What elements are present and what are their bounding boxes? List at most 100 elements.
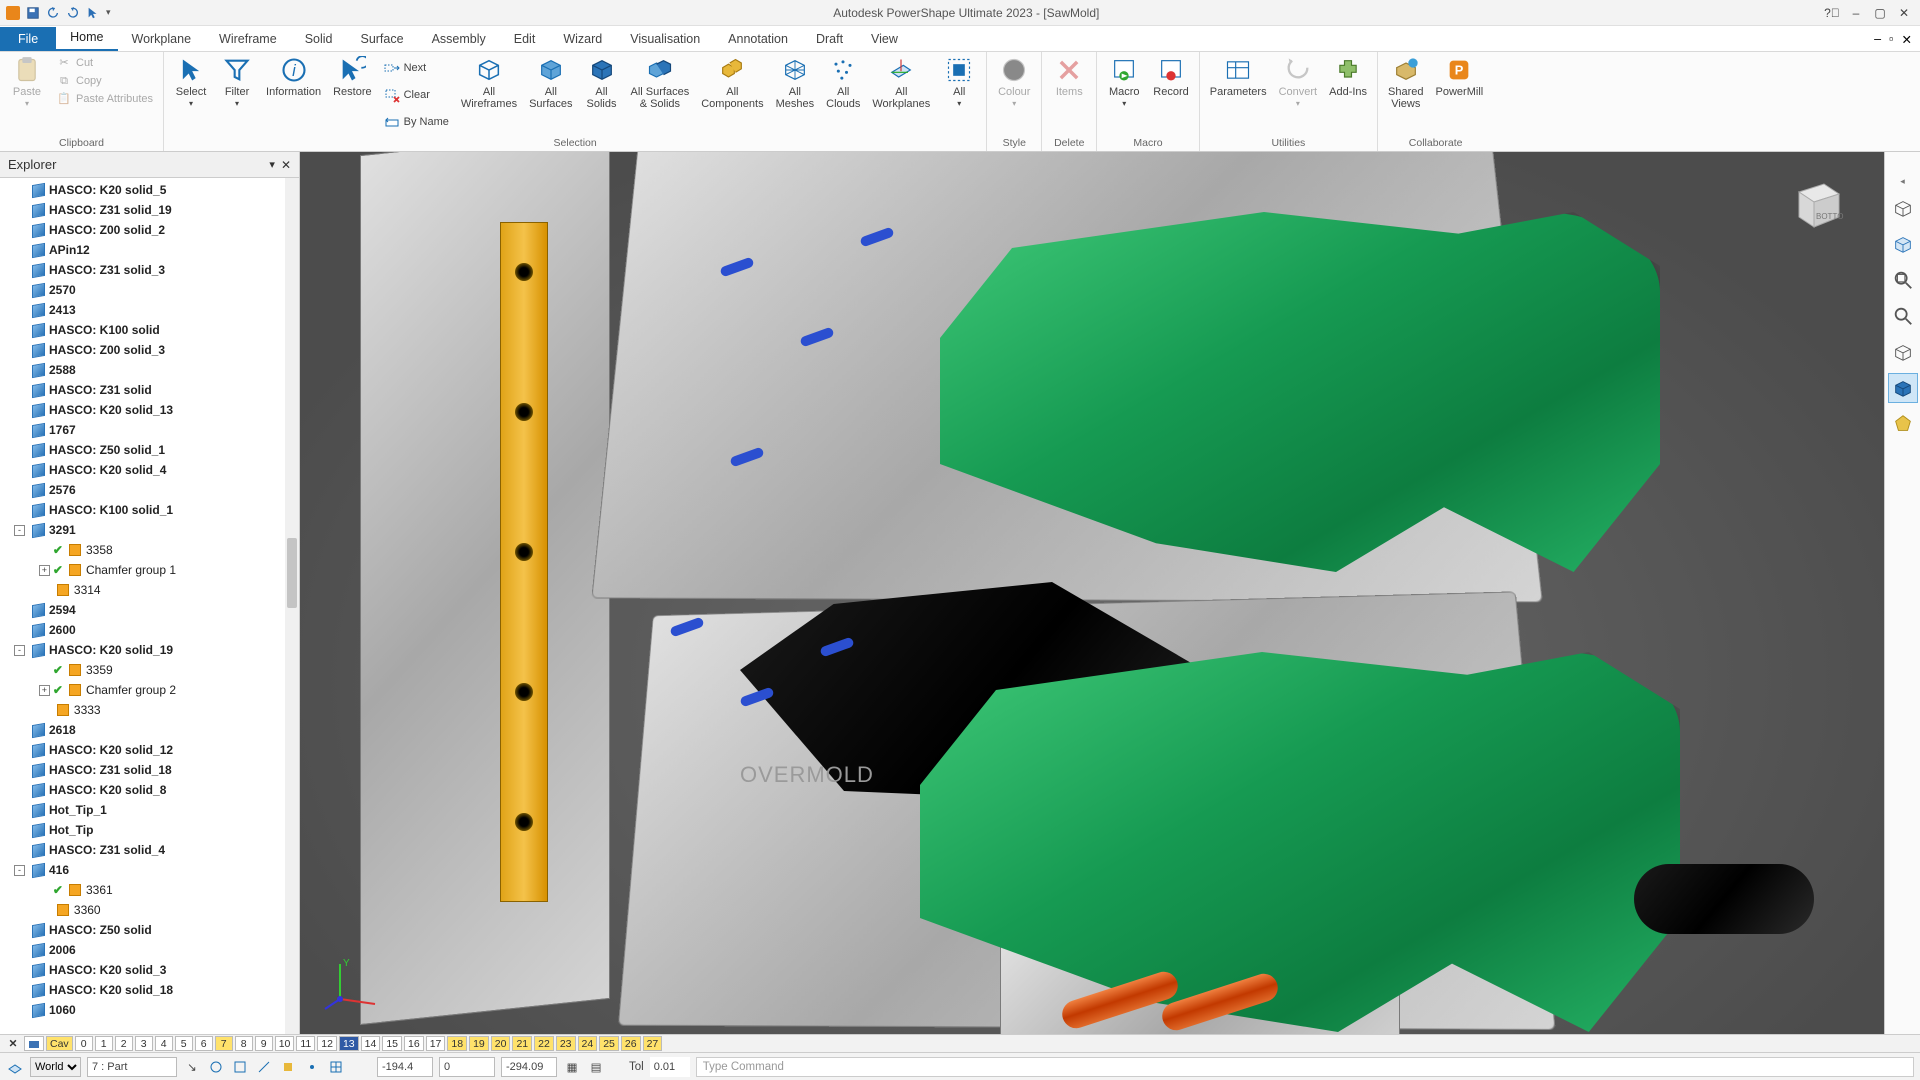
tol-value[interactable]: 0.01 xyxy=(650,1057,690,1077)
record-button[interactable]: Record xyxy=(1149,54,1192,136)
tree-item[interactable]: ✔3359 xyxy=(0,660,299,680)
view-iso1-button[interactable] xyxy=(1888,193,1918,223)
zoom-button[interactable] xyxy=(1888,301,1918,331)
all-surfaces-solids-button[interactable]: All Surfaces & Solids xyxy=(627,54,694,136)
view-cube[interactable]: BOTTOM xyxy=(1784,172,1844,232)
parameters-button[interactable]: Parameters xyxy=(1206,54,1271,136)
restore-button[interactable]: Restore xyxy=(329,54,376,136)
all-components-button[interactable]: All Components xyxy=(697,54,767,136)
tree-item[interactable]: 2618 xyxy=(0,720,299,740)
status-workplane-icon[interactable] xyxy=(6,1058,24,1076)
layer-14[interactable]: 14 xyxy=(361,1036,381,1051)
tree-item[interactable]: 2600 xyxy=(0,620,299,640)
status-arrow-icon[interactable]: ↘ xyxy=(183,1058,201,1076)
tree-item[interactable]: 3360 xyxy=(0,900,299,920)
all-solids-button[interactable]: All Solids xyxy=(581,54,623,136)
tree-item[interactable]: 1767 xyxy=(0,420,299,440)
all-wireframes-button[interactable]: All Wireframes xyxy=(457,54,521,136)
workplane-select[interactable]: World xyxy=(30,1057,81,1077)
explorer-scrollbar[interactable] xyxy=(285,178,299,1034)
layer-2[interactable]: 2 xyxy=(115,1036,133,1051)
tree-item[interactable]: Hot_Tip xyxy=(0,820,299,840)
minimize-child-icon[interactable]: – xyxy=(1846,4,1866,22)
status-snap1-icon[interactable] xyxy=(207,1058,225,1076)
tree-item[interactable]: 2588 xyxy=(0,360,299,380)
status-snap5-icon[interactable] xyxy=(303,1058,321,1076)
tab-edit[interactable]: Edit xyxy=(500,27,550,51)
qat-cursor-icon[interactable] xyxy=(86,6,100,20)
tree-item[interactable]: HASCO: K20 solid_4 xyxy=(0,460,299,480)
tree-item[interactable]: HASCO: K100 solid xyxy=(0,320,299,340)
colour-button[interactable]: Colour▾ xyxy=(993,54,1035,136)
coord-y[interactable]: 0 xyxy=(439,1057,495,1077)
powermill-button[interactable]: PPowerMill xyxy=(1432,54,1488,136)
layer-6[interactable]: 6 xyxy=(195,1036,213,1051)
coord-z[interactable]: -294.09 xyxy=(501,1057,557,1077)
tree-item[interactable]: +✔Chamfer group 1 xyxy=(0,560,299,580)
macro-button[interactable]: Macro▾ xyxy=(1103,54,1145,136)
ribbon-minimize-icon[interactable]: – xyxy=(1874,32,1881,47)
tree-item[interactable]: 1060 xyxy=(0,1000,299,1020)
tree-item[interactable]: -416 xyxy=(0,860,299,880)
qat-dropdown-icon[interactable]: ▾ xyxy=(106,7,111,18)
view-render-button[interactable] xyxy=(1888,409,1918,439)
qat-save-icon[interactable] xyxy=(26,6,40,20)
tab-home[interactable]: Home xyxy=(56,25,117,51)
status-grid-icon[interactable] xyxy=(327,1058,345,1076)
tree-item[interactable]: Hot_Tip_1 xyxy=(0,800,299,820)
layerbar-close-icon[interactable]: ✕ xyxy=(4,1036,22,1051)
level-field[interactable]: 7 : Part xyxy=(87,1057,177,1077)
qat-undo-icon[interactable] xyxy=(46,6,60,20)
tree-item[interactable]: HASCO: K100 solid_1 xyxy=(0,500,299,520)
tab-annotation[interactable]: Annotation xyxy=(714,27,802,51)
convert-button[interactable]: Convert▾ xyxy=(1275,54,1322,136)
tree-item[interactable]: HASCO: Z00 solid_2 xyxy=(0,220,299,240)
tree-item[interactable]: 2006 xyxy=(0,940,299,960)
tree-item[interactable]: 3333 xyxy=(0,700,299,720)
tree-item[interactable]: +✔Chamfer group 2 xyxy=(0,680,299,700)
information-button[interactable]: iInformation xyxy=(262,54,325,136)
layer-21[interactable]: 21 xyxy=(512,1036,532,1051)
all-surfaces-button[interactable]: All Surfaces xyxy=(525,54,576,136)
byname-button[interactable]: By Name xyxy=(380,113,453,131)
layer-26[interactable]: 26 xyxy=(621,1036,641,1051)
layer-15[interactable]: 15 xyxy=(382,1036,402,1051)
tree-item[interactable]: 2594 xyxy=(0,600,299,620)
paste-attrs-button[interactable]: 📋Paste Attributes xyxy=(52,90,157,108)
tab-solid[interactable]: Solid xyxy=(291,27,347,51)
layer-5[interactable]: 5 xyxy=(175,1036,193,1051)
layer-10[interactable]: 10 xyxy=(275,1036,295,1051)
tree-item[interactable]: -HASCO: K20 solid_19 xyxy=(0,640,299,660)
tree-item[interactable]: HASCO: Z31 solid_18 xyxy=(0,760,299,780)
tab-wireframe[interactable]: Wireframe xyxy=(205,27,291,51)
viewport-3d[interactable]: OVERMOLD BOTTOM Y xyxy=(300,152,1884,1034)
help-icon[interactable]: ?⃝ xyxy=(1822,4,1842,22)
cut-button[interactable]: ✂Cut xyxy=(52,54,157,72)
tree-item[interactable]: HASCO: Z31 solid_3 xyxy=(0,260,299,280)
tab-file[interactable]: File xyxy=(0,27,56,51)
tree-item[interactable]: HASCO: Z31 solid_19 xyxy=(0,200,299,220)
filter-button[interactable]: Filter▾ xyxy=(216,54,258,136)
tree-item[interactable]: HASCO: Z31 solid_4 xyxy=(0,840,299,860)
layer-9[interactable]: 9 xyxy=(255,1036,273,1051)
layer-12[interactable]: 12 xyxy=(317,1036,337,1051)
ribbon-close-icon[interactable]: ✕ xyxy=(1902,32,1912,47)
tab-view[interactable]: View xyxy=(857,27,912,51)
layer-8[interactable]: 8 xyxy=(235,1036,253,1051)
tree-item[interactable]: APin12 xyxy=(0,240,299,260)
tree-item[interactable]: HASCO: Z50 solid xyxy=(0,920,299,940)
layer-25[interactable]: 25 xyxy=(599,1036,619,1051)
clear-button[interactable]: Clear xyxy=(380,86,453,104)
explorer-tree[interactable]: HASCO: K20 solid_5HASCO: Z31 solid_19HAS… xyxy=(0,178,299,1034)
layer-cav[interactable]: Cav xyxy=(46,1036,73,1051)
status-snap2-icon[interactable] xyxy=(231,1058,249,1076)
ribbon-restore-icon[interactable]: ▫ xyxy=(1889,32,1893,47)
layer-23[interactable]: 23 xyxy=(556,1036,576,1051)
next-button[interactable]: Next xyxy=(380,59,453,77)
shared-views-button[interactable]: Shared Views xyxy=(1384,54,1427,136)
tree-item[interactable]: HASCO: K20 solid_18 xyxy=(0,980,299,1000)
layer-18[interactable]: 18 xyxy=(447,1036,467,1051)
layer-7[interactable]: 7 xyxy=(215,1036,233,1051)
status-snap4-icon[interactable] xyxy=(279,1058,297,1076)
tab-workplane[interactable]: Workplane xyxy=(118,27,206,51)
